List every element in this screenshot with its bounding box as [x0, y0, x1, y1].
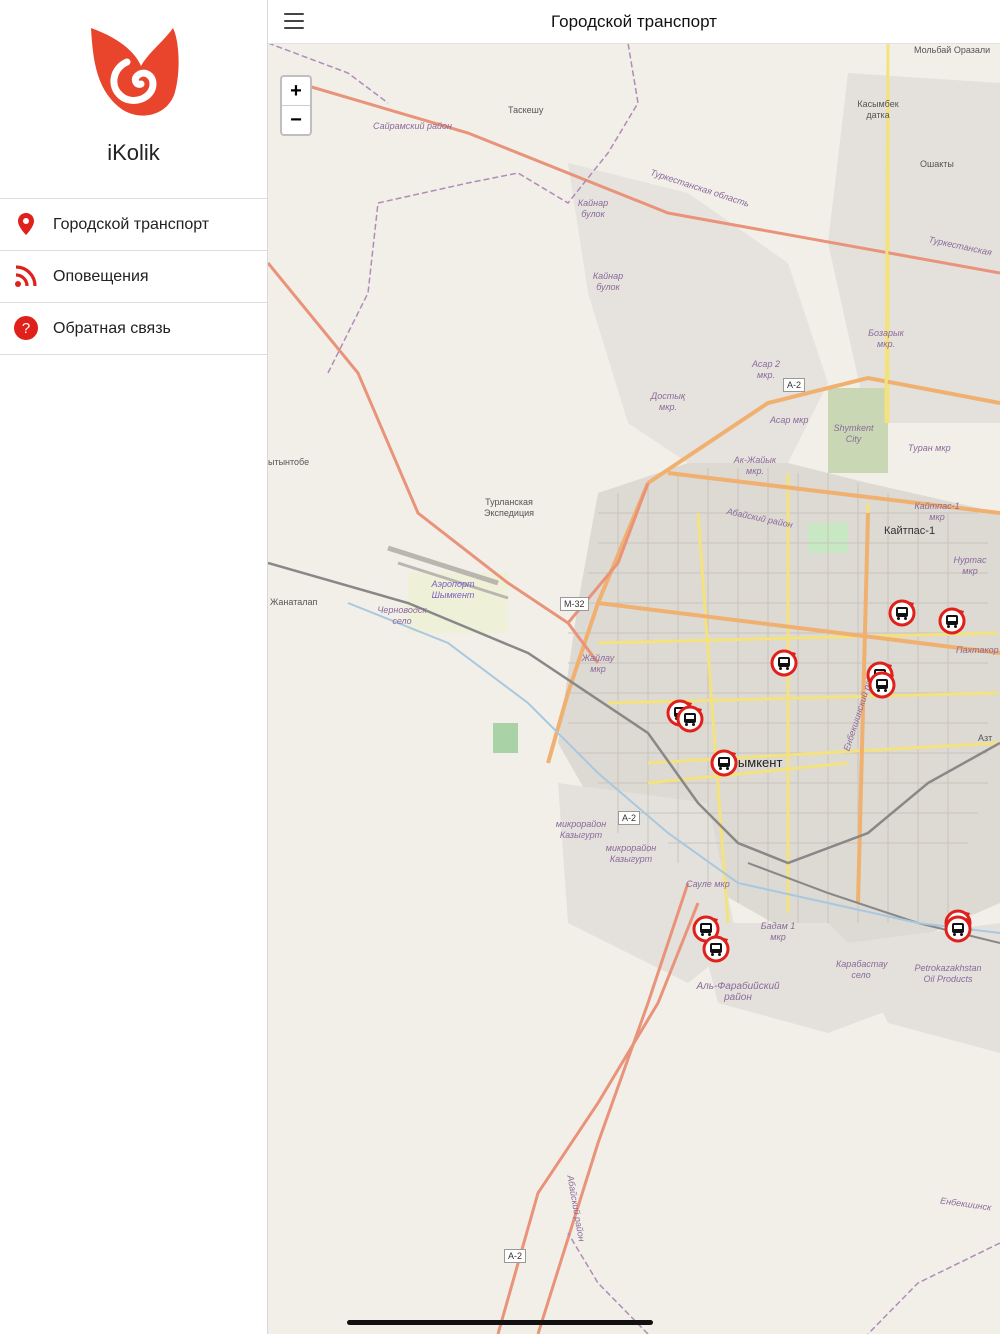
map-label: Достық мкр.: [650, 391, 686, 412]
road-shield: M-32: [560, 597, 589, 611]
bus-marker[interactable]: [676, 705, 704, 733]
map-label: Ошакты: [920, 159, 954, 169]
bus-icon: [944, 915, 972, 943]
bus-marker[interactable]: [938, 607, 966, 635]
map-pin-icon: [18, 213, 34, 235]
zoom-control: + −: [280, 75, 312, 136]
map-view[interactable]: + − Мольбай Оразали Таскешу Сайрамский р…: [268, 43, 1000, 1334]
bus-marker[interactable]: [702, 935, 730, 963]
map-label: Жанаталап: [270, 597, 318, 607]
map-label: Сайрамский район: [373, 121, 452, 131]
bus-icon: [710, 749, 738, 777]
zoom-in-button[interactable]: +: [282, 77, 310, 105]
sidebar-item-feedback[interactable]: ? Обратная связь: [0, 303, 267, 355]
map-label: Жайлау мкр: [581, 653, 615, 674]
map-label: Бадам 1 мкр: [760, 921, 796, 942]
map-label: Асар мкр: [770, 415, 809, 425]
map-label: Карабастау село: [836, 959, 888, 980]
ikolik-logo: [91, 28, 179, 116]
bus-marker[interactable]: [944, 915, 972, 943]
bus-icon: [770, 649, 798, 677]
map-label: Туран мкр: [908, 443, 951, 453]
bus-icon: [888, 599, 916, 627]
map-label: ытынтобе: [268, 457, 310, 467]
map-label: микрорайон Казыгурт: [555, 819, 607, 840]
map-label: Мольбай Оразали: [914, 45, 991, 55]
svg-text:?: ?: [22, 320, 30, 337]
road-shield: A-2: [783, 378, 806, 392]
bus-marker[interactable]: [710, 749, 738, 777]
map-label: Кайтпас-1: [884, 525, 936, 537]
page-title: Городской транспорт: [551, 12, 717, 31]
sidebar-item-label: Городской транспорт: [53, 215, 210, 233]
map-label: Нуртас мкр: [953, 555, 987, 576]
bus-marker[interactable]: [868, 671, 896, 699]
map-label: Бозарык мкр.: [868, 328, 904, 349]
sidebar-item-city-transport[interactable]: Городской транспорт: [0, 199, 267, 251]
question-icon: ?: [14, 316, 38, 340]
road-shield: A-2: [618, 811, 641, 825]
map-label: Кайтпас-1 мкр: [914, 501, 960, 522]
map-label: Кайнар булок: [592, 271, 624, 292]
map-label: Shymkent City: [833, 423, 874, 444]
app-name: iKolik: [107, 140, 160, 165]
map-label: Ак-Жайык мкр.: [733, 455, 777, 476]
map-label: Сауле мкр: [686, 879, 730, 889]
sidebar-menu: Городской транспорт Оповещения ? Обратна…: [0, 198, 267, 355]
map-label: Аль-Фарабийский район: [696, 981, 780, 1003]
road-shield: A-2: [504, 1249, 527, 1263]
map-label: Турланская Экспедиция: [483, 497, 535, 518]
sidebar-item-label: Обратная связь: [53, 319, 171, 337]
bus-marker[interactable]: [770, 649, 798, 677]
bus-icon: [676, 705, 704, 733]
map-label: Аэропорт Шымкент: [431, 579, 475, 600]
map-label: Petrokazakhstan Oil Products: [914, 963, 982, 984]
map-label: Таскешу: [508, 105, 544, 115]
sidebar-item-notifications[interactable]: Оповещения: [0, 251, 267, 303]
map-label: Азт: [978, 733, 993, 743]
map-label: Кайнар булок: [577, 198, 609, 219]
map-label: Асар 2 мкр.: [752, 359, 780, 380]
top-bar: Городской транспорт: [268, 0, 1000, 44]
bus-icon: [938, 607, 966, 635]
rss-icon: [15, 265, 37, 287]
zoom-out-button[interactable]: −: [282, 105, 310, 134]
map-label: Пахтакор: [956, 645, 999, 655]
map-label: Черноводск село: [377, 605, 427, 626]
bus-marker[interactable]: [888, 599, 916, 627]
sidebar: iKolik Городской транспорт Оповещения ? …: [0, 0, 268, 1334]
map-label: Касымбек датка: [857, 99, 899, 120]
map-label: микрорайон Казыгурт: [605, 843, 657, 864]
home-indicator: [347, 1320, 653, 1325]
bus-icon: [868, 671, 896, 699]
sidebar-item-label: Оповещения: [53, 267, 149, 285]
bus-icon: [702, 935, 730, 963]
